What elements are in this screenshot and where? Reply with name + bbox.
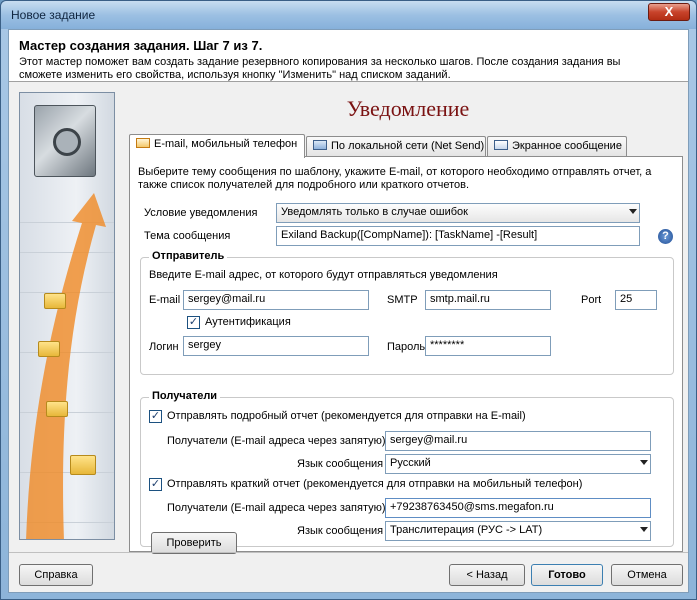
detailed-language-label: Язык сообщения bbox=[297, 458, 384, 470]
short-report-checkbox[interactable]: ✓ bbox=[149, 478, 162, 491]
port-field[interactable]: 25 bbox=[615, 290, 657, 310]
short-recipients-input[interactable]: +79238763450@sms.megafon.ru bbox=[385, 498, 651, 518]
test-button[interactable]: Проверить bbox=[151, 532, 237, 554]
auth-label: Аутентификация bbox=[205, 316, 291, 328]
help-button[interactable]: Справка bbox=[19, 564, 93, 586]
sender-group-title: Отправитель bbox=[149, 250, 228, 262]
chevron-down-icon bbox=[640, 527, 648, 532]
email-tab-panel: Выберите тему сообщения по шаблону, укаж… bbox=[129, 156, 683, 554]
close-button[interactable]: X bbox=[648, 3, 690, 21]
recipients-group-title: Получатели bbox=[149, 390, 221, 402]
page-title: Уведомление bbox=[346, 96, 470, 121]
title-bar[interactable]: Новое задание X bbox=[1, 1, 696, 29]
detailed-language-select[interactable]: Русский bbox=[385, 454, 651, 474]
login-label: Логин bbox=[149, 341, 179, 353]
cancel-button[interactable]: Отмена bbox=[611, 564, 683, 586]
subject-input[interactable]: Exiland Backup([CompName]): [TaskName] -… bbox=[276, 226, 640, 246]
recipients-group: Получатели ✓ Отправлять подробный отчет … bbox=[140, 390, 674, 554]
short-language-label: Язык сообщения bbox=[297, 525, 384, 537]
detailed-report-label: Отправлять подробный отчет (рекомендуетс… bbox=[167, 410, 526, 422]
folder-edit-icon bbox=[46, 401, 68, 417]
tab-screen-message[interactable]: Экранное сообщение bbox=[487, 136, 627, 156]
help-icon[interactable]: ? bbox=[658, 229, 673, 244]
password-label: Пароль bbox=[387, 341, 426, 353]
footer-divider bbox=[9, 552, 688, 553]
detailed-report-checkbox[interactable]: ✓ bbox=[149, 410, 162, 423]
short-report-label: Отправлять краткий отчет (рекомендуется … bbox=[167, 478, 583, 490]
condition-label: Условие уведомления bbox=[144, 207, 258, 219]
login-field[interactable]: sergey bbox=[183, 336, 369, 356]
subject-label: Тема сообщения bbox=[144, 230, 231, 242]
wizard-header: Мастер создания задания. Шаг 7 из 7. Это… bbox=[9, 30, 688, 82]
back-button[interactable]: < Назад bbox=[449, 564, 525, 586]
email-folder-icon bbox=[38, 341, 60, 357]
intro-text: Выберите тему сообщения по шаблону, укаж… bbox=[138, 166, 652, 191]
sidebar-illustration bbox=[19, 92, 115, 540]
sender-group: Отправитель Введите E-mail адрес, от кот… bbox=[140, 250, 674, 375]
smtp-field[interactable]: smtp.mail.ru bbox=[425, 290, 551, 310]
finish-button[interactable]: Готово bbox=[531, 564, 603, 586]
email-field[interactable]: sergey@mail.ru bbox=[183, 290, 369, 310]
tab-email[interactable]: E-mail, мобильный телефон bbox=[129, 134, 305, 158]
smtp-label: SMTP bbox=[387, 294, 418, 306]
tab-label: Экранное сообщение bbox=[512, 140, 622, 152]
detailed-recipients-label: Получатели (E-mail адреса через запятую) bbox=[167, 435, 386, 447]
password-field[interactable]: ******** bbox=[425, 336, 551, 356]
envelope-icon bbox=[136, 138, 150, 148]
tab-net-send[interactable]: По локальной сети (Net Send) bbox=[306, 136, 486, 156]
condition-select[interactable]: Уведомлять только в случае ошибок bbox=[276, 203, 640, 223]
folder-open-icon bbox=[70, 455, 96, 475]
short-language-value: Транслитерация (РУС -> LAT) bbox=[390, 524, 543, 536]
auth-checkbox[interactable]: ✓ bbox=[187, 316, 200, 329]
wizard-description: Этот мастер поможет вам создать задание … bbox=[19, 56, 621, 81]
wizard-window: Новое задание X Мастер создания задания.… bbox=[0, 0, 697, 600]
sender-hint: Введите E-mail адрес, от которого будут … bbox=[149, 269, 498, 281]
detailed-language-value: Русский bbox=[390, 457, 431, 469]
folder-icon bbox=[44, 293, 66, 309]
short-language-select[interactable]: Транслитерация (РУС -> LAT) bbox=[385, 521, 651, 541]
network-icon bbox=[313, 140, 327, 150]
chevron-down-icon bbox=[629, 209, 637, 214]
orange-arrow-icon bbox=[26, 193, 106, 539]
window-title: Новое задание bbox=[11, 8, 96, 22]
tab-label: По локальной сети (Net Send) bbox=[331, 140, 485, 152]
email-label: E-mail bbox=[149, 294, 181, 306]
wizard-step-title: Мастер создания задания. Шаг 7 из 7. bbox=[19, 38, 263, 53]
condition-value: Уведомлять только в случае ошибок bbox=[281, 206, 468, 218]
detailed-recipients-input[interactable]: sergey@mail.ru bbox=[385, 431, 651, 451]
window-message-icon bbox=[494, 140, 508, 150]
port-label: Port bbox=[581, 294, 602, 306]
tab-label: E-mail, мобильный телефон bbox=[154, 138, 298, 150]
wizard-client-area: Мастер создания задания. Шаг 7 из 7. Это… bbox=[8, 29, 689, 593]
short-recipients-label: Получатели (E-mail адреса через запятую) bbox=[167, 502, 386, 514]
chevron-down-icon bbox=[640, 460, 648, 465]
